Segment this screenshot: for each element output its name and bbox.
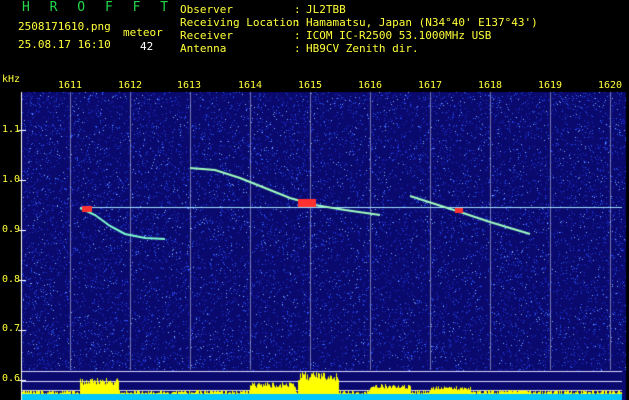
y-tick-label: 1.1 <box>2 124 21 135</box>
spectrogram-canvas <box>0 0 629 400</box>
x-tick-label: 1615 <box>298 80 323 91</box>
observer-value: JL2TBB <box>306 3 346 16</box>
x-tick-label: 1611 <box>58 80 83 91</box>
meteor-count: 42 <box>140 40 154 53</box>
location-sep: : <box>294 16 301 29</box>
x-tick-label: 1613 <box>177 80 202 91</box>
y-tick-label: 0.7 <box>2 323 21 334</box>
x-tick-label: 1614 <box>238 80 263 91</box>
observer-label: Observer <box>180 3 233 16</box>
y-tick-label: 0.9 <box>2 224 21 235</box>
x-tick-label: 1619 <box>538 80 563 91</box>
x-tick-label: 1612 <box>118 80 143 91</box>
antenna-label: Antenna <box>180 42 227 55</box>
receiver-value: ICOM IC-R2500 53.1000MHz USB <box>306 29 492 42</box>
observer-sep: : <box>294 3 301 16</box>
location-value: Hamamatsu, Japan (N34°40' E137°43') <box>306 16 538 29</box>
y-tick-label: 0.8 <box>2 274 21 285</box>
x-tick-label: 1618 <box>478 80 503 91</box>
antenna-value: HB9CV Zenith dir. <box>306 42 419 55</box>
antenna-sep: : <box>294 42 301 55</box>
x-tick-label: 1617 <box>418 80 443 91</box>
x-tick-label: 1620 <box>598 80 623 91</box>
capture-datetime: 25.08.17 16:10 <box>18 38 111 51</box>
app-title: H R O F F T <box>22 0 175 15</box>
x-tick-label: 1616 <box>358 80 383 91</box>
y-unit-label: kHz <box>2 74 21 85</box>
file-name: 2508171610.png <box>18 20 111 33</box>
y-tick-label: 1.0 <box>2 174 21 185</box>
y-tick-label: 0.6 <box>2 373 21 384</box>
location-label: Receiving Location <box>180 16 300 29</box>
receiver-sep: : <box>294 29 301 42</box>
receiver-label: Receiver <box>180 29 233 42</box>
meteor-label: meteor <box>123 26 163 39</box>
